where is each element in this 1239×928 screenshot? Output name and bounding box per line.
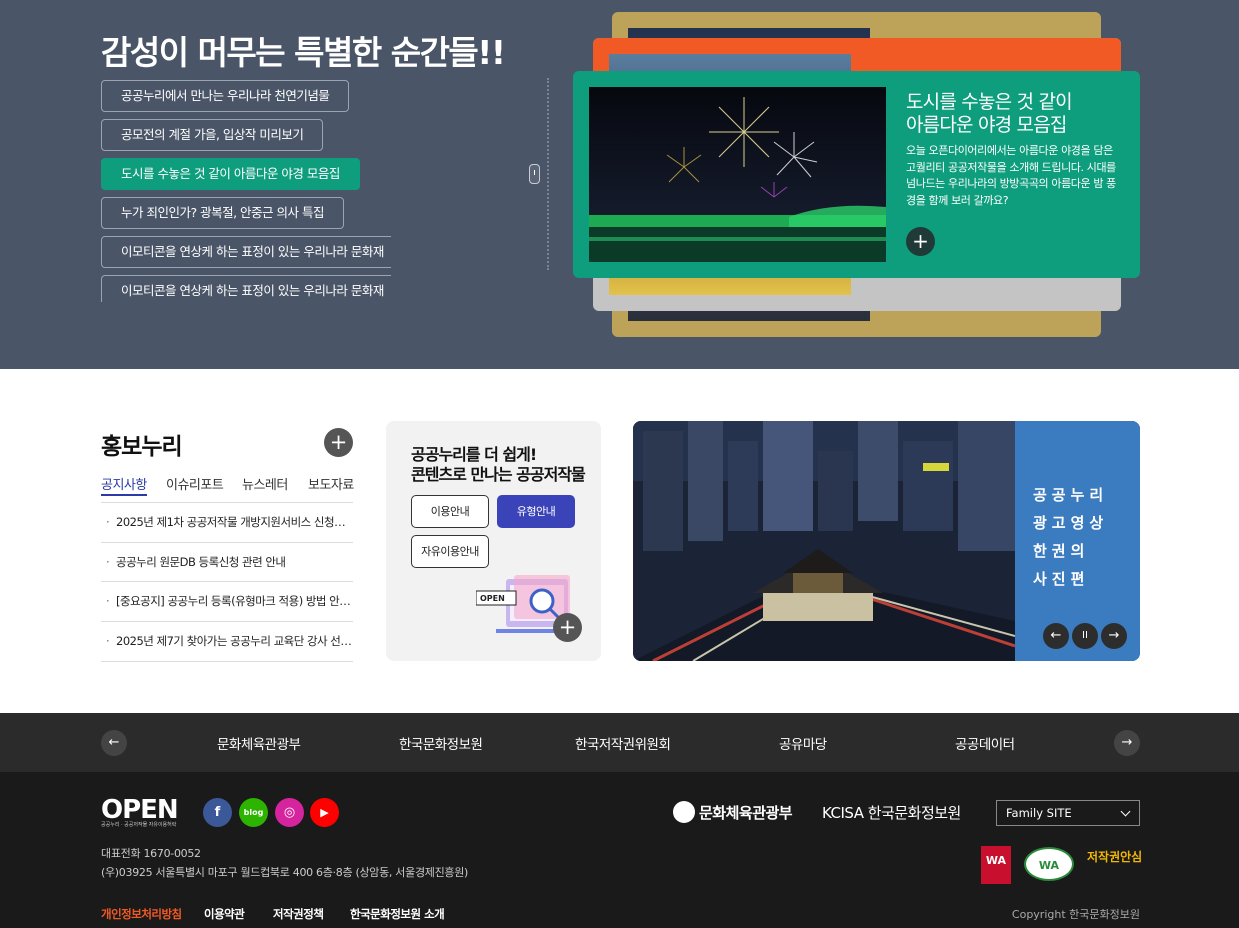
free-use-guide-button[interactable]: 자유이용안내 [411, 535, 489, 568]
topic-scroll-track[interactable] [547, 78, 549, 270]
promo-section-title: 홍보누리 [101, 434, 183, 460]
family-site-select[interactable]: Family SITE [996, 800, 1140, 826]
featured-slide-description: 오늘 오픈다이어리에서는 아름다운 야경을 담은 고퀄리티 공공저작물을 소개해… [906, 144, 1116, 207]
tab-issue-report[interactable]: 이슈리포트 [166, 474, 224, 493]
topic-item-active[interactable]: 도시를 수놓은 것 같이 아름다운 야경 모음집 [101, 158, 360, 190]
footer: OPEN 공공누리 · 공공저작물 자유이용허락 f blog ◎ ▶ 문화체육… [0, 772, 1239, 928]
topic-item[interactable]: 누가 죄인인가? 광복절, 안중근 의사 특집 [101, 197, 344, 229]
related-site-link[interactable]: 문화체육관광부 [217, 733, 301, 753]
tab-notice[interactable]: 공지사항 [101, 474, 147, 496]
featured-slide-card[interactable]: 도시를 수놓은 것 같이 아름다운 야경 모음집 오늘 오픈다이어리에서는 아름… [573, 71, 1140, 278]
plus-icon[interactable]: + [324, 428, 353, 457]
arrow-left-icon[interactable]: ← [101, 730, 127, 756]
address: (우)03925 서울특별시 마포구 월드컵북로 400 6층·8층 (상암동,… [101, 866, 469, 879]
terms-link[interactable]: 이용약관 [204, 906, 245, 922]
arrow-left-icon[interactable]: ← [1043, 623, 1069, 649]
topic-item[interactable]: 공공누리에서 만나는 우리나라 천연기념물 [101, 80, 350, 112]
list-item[interactable]: 공공누리 원문DB 등록신청 관련 안내 [101, 543, 353, 583]
pause-icon[interactable]: II [1072, 623, 1098, 649]
list-item[interactable]: [중요공지] 공공누리 등록(유형마크 적용) 방법 안내 사항 [101, 582, 353, 623]
hero-section: 감성이 머무는 특별한 순간들!! 공공누리에서 만나는 우리나라 천연기념물 … [0, 0, 1239, 369]
topic-list: 공공누리에서 만나는 우리나라 천연기념물 공모전의 계절 가을, 입상작 미리… [101, 80, 391, 302]
blog-icon[interactable]: blog [239, 798, 268, 827]
topic-item[interactable]: 이모티콘을 연상케 하는 표정이 있는 우리나라 문화재 [101, 236, 391, 268]
related-site-link[interactable]: 공유마당 [779, 733, 827, 753]
list-item[interactable]: 2025년 제1차 공공저작물 개방지원서비스 신청기관 모집 [101, 503, 353, 543]
phone-number: 대표전화 1670-0052 [101, 847, 201, 860]
open-logo[interactable]: OPEN 공공누리 · 공공저작물 자유이용허락 [101, 797, 179, 828]
copyright-policy-link[interactable]: 저작권정책 [273, 906, 324, 922]
copyright-safe-badge: 저작권안심 [1087, 850, 1143, 864]
about-kcisa-link[interactable]: 한국문화정보원 소개 [350, 906, 445, 922]
tab-newsletter[interactable]: 뉴스레터 [242, 474, 288, 493]
instagram-icon[interactable]: ◎ [275, 798, 304, 827]
topic-item[interactable]: 이모티콘을 연상케 하는 표정이 있는 우리나라 문화재 [101, 275, 391, 302]
usage-guide-button[interactable]: 이용안내 [411, 495, 489, 528]
web-award-badge: WA [981, 846, 1011, 884]
svg-text:OPEN: OPEN [480, 594, 505, 603]
banner-caption: 공공누리 광고영상 한권의 사진편 [1033, 486, 1109, 588]
facebook-icon[interactable]: f [203, 798, 232, 827]
usage-guide-box: 공공누리를 더 쉽게! 콘텐츠로 만나는 공공저작물 이용안내 유형안내 자유이… [386, 421, 601, 661]
related-site-link[interactable]: 한국저작권위원회 [575, 733, 671, 753]
related-sites-bar: ← 문화체육관광부 한국문화정보원 한국저작권위원회 공유마당 공공데이터 → [0, 713, 1239, 772]
type-guide-button[interactable]: 유형안내 [497, 495, 575, 528]
notice-list: 2025년 제1차 공공저작물 개방지원서비스 신청기관 모집 공공누리 원문D… [101, 502, 353, 662]
related-site-link[interactable]: 공공데이터 [955, 733, 1015, 753]
kcisa-logo[interactable]: KCISA 한국문화정보원 [822, 802, 961, 823]
fireworks-photo [589, 87, 886, 262]
privacy-policy-link[interactable]: 개인정보처리방침 [101, 906, 182, 922]
tab-press-release[interactable]: 보도자료 [308, 474, 354, 493]
arrow-right-icon[interactable]: → [1114, 730, 1140, 756]
seoul-night-photo [633, 421, 1015, 661]
plus-icon[interactable]: + [906, 227, 935, 256]
topic-item[interactable]: 공모전의 계절 가을, 입상작 미리보기 [101, 119, 324, 151]
chevron-down-icon [1120, 806, 1131, 817]
web-accessibility-badge: WA [1024, 847, 1074, 881]
ministry-logo[interactable]: 문화체육관광부 [673, 800, 793, 825]
copyright-text: Copyright 한국문화정보원 [1011, 908, 1140, 921]
arrow-right-icon[interactable]: → [1101, 623, 1127, 649]
youtube-icon[interactable]: ▶ [310, 798, 339, 827]
plus-icon[interactable]: + [553, 613, 582, 642]
hero-title: 감성이 머무는 특별한 순간들!! [101, 33, 506, 72]
mouse-scroll-icon[interactable] [529, 164, 540, 184]
guide-title: 공공누리를 더 쉽게! 콘텐츠로 만나는 공공저작물 [411, 445, 586, 484]
list-item[interactable]: 2025년 제7기 찾아가는 공공누리 교육단 강사 선발 공고 [101, 622, 353, 662]
featured-slide-title: 도시를 수놓은 것 같이 아름다운 야경 모음집 [906, 91, 1073, 136]
related-site-link[interactable]: 한국문화정보원 [399, 733, 483, 753]
ad-video-banner[interactable]: 공공누리 광고영상 한권의 사진편 ← II → [633, 421, 1140, 661]
